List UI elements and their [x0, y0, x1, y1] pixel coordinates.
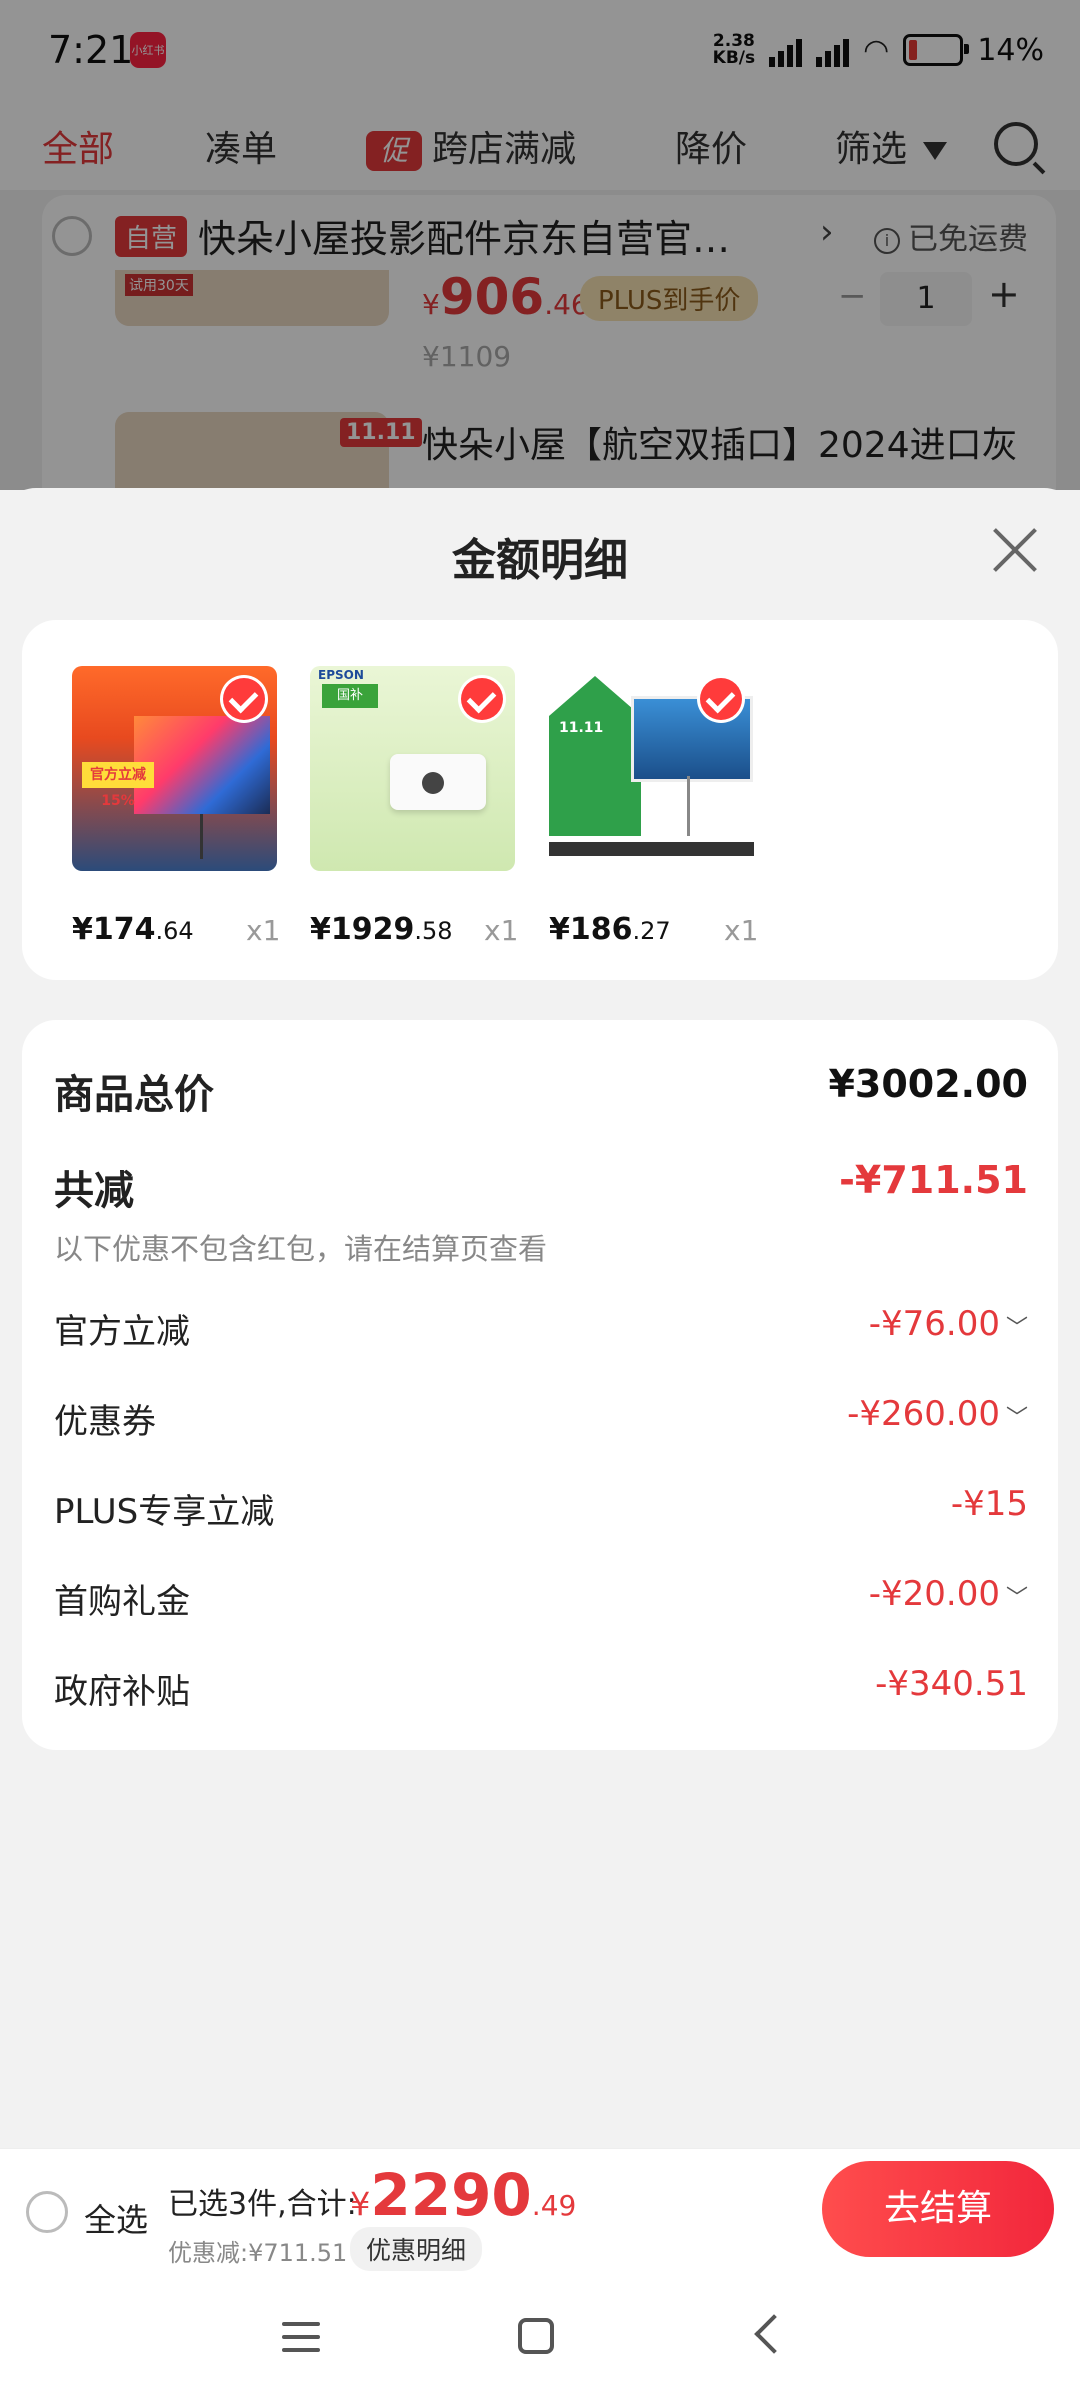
checked-icon[interactable] [461, 678, 503, 720]
modal-overlay[interactable] [0, 0, 1080, 490]
product-image: EPSON 国补 [310, 666, 515, 871]
discount-amount-summary: 优惠减:¥711.51 [168, 2239, 348, 2267]
product-qty: x1 [246, 914, 281, 947]
total-label: 商品总价 [54, 1072, 214, 1118]
price-int: ¥174 [72, 912, 156, 947]
discount-label: 优惠券 [54, 1402, 156, 1442]
checkout-button[interactable]: 去结算 [822, 2161, 1054, 2257]
product-badge: 官方立减15% [82, 762, 154, 809]
discount-label: PLUS专享立减 [54, 1492, 275, 1532]
product-price: ¥1929.58 [310, 912, 453, 947]
price-int: ¥186 [549, 912, 633, 947]
select-all-radio[interactable] [26, 2191, 68, 2233]
checkout-bar: 全选 已选3件,合计: ¥2290.49 优惠减:¥711.51 优惠明细 去结… [0, 2148, 1080, 2277]
total-value: ¥3002.00 [828, 1062, 1028, 1106]
chevron-down-icon[interactable]: ﹀ [1006, 1316, 1028, 1341]
discount-value: -¥15 [950, 1484, 1028, 1524]
discount-amount: -¥260.00 [847, 1394, 1000, 1434]
product-tag: 11.11 [559, 720, 604, 736]
reduce-label: 共减 [54, 1168, 134, 1214]
checked-icon[interactable] [223, 678, 265, 720]
menu-icon[interactable] [282, 2322, 320, 2352]
discount-note: 以下优惠不包含红包，请在结算页查看 [54, 1232, 548, 1266]
amount-detail-sheet: 金额明细 官方立减15% ¥174.64 x1 EPSON 国补 ¥1929.5… [0, 488, 1080, 2148]
product-qty: x1 [484, 914, 519, 947]
reduce-value: -¥711.51 [839, 1158, 1028, 1202]
home-icon[interactable] [518, 2318, 554, 2354]
discount-value: -¥20.00 ﹀ [869, 1574, 1028, 1614]
system-nav-bar [0, 2276, 1080, 2400]
discount-label: 首购礼金 [54, 1582, 190, 1622]
product-price: ¥186.27 [549, 912, 671, 947]
discount-value: -¥260.00 ﹀ [847, 1394, 1028, 1434]
back-icon[interactable] [754, 2314, 794, 2354]
discount-value: -¥340.51 [875, 1664, 1028, 1704]
price-dec: .64 [155, 917, 194, 945]
sheet-title: 金额明细 [452, 535, 628, 586]
product-item[interactable]: 11.11 [549, 666, 759, 871]
product-tag: 国补 [322, 684, 378, 708]
discount-detail-button[interactable]: 优惠明细 [350, 2227, 483, 2271]
product-price: ¥174.64 [72, 912, 194, 947]
selected-products: 官方立减15% ¥174.64 x1 EPSON 国补 ¥1929.58 x1 … [22, 620, 1058, 980]
total-price: ¥2290.49 [350, 2161, 576, 2229]
discount-label: 政府补贴 [54, 1672, 190, 1712]
price-int: ¥1929 [310, 912, 415, 947]
price-dec: .27 [632, 917, 671, 945]
product-image: 11.11 [549, 666, 754, 871]
price-summary: 商品总价 ¥3002.00 共减 -¥711.51 以下优惠不包含红包，请在结算… [22, 1020, 1058, 1750]
discount-amount: -¥76.00 [868, 1304, 1000, 1344]
discount-label: 官方立减 [54, 1312, 190, 1352]
product-qty: x1 [724, 914, 759, 947]
selected-count: 已选3件,合计: [168, 2187, 357, 2222]
discount-value: -¥76.00 ﹀ [869, 1304, 1028, 1344]
product-brand: EPSON [318, 668, 364, 682]
product-image: 官方立减15% [72, 666, 277, 871]
close-icon[interactable] [990, 526, 1038, 574]
chevron-down-icon[interactable]: ﹀ [1006, 1406, 1028, 1431]
total-currency: ¥ [350, 2185, 371, 2223]
product-item[interactable]: 官方立减15% [72, 666, 282, 871]
chevron-down-icon[interactable]: ﹀ [1006, 1586, 1028, 1611]
discount-amount: -¥20.00 [868, 1574, 1000, 1614]
total-int: 2290 [370, 2161, 532, 2229]
total-dec: .49 [531, 2189, 577, 2222]
select-all-label[interactable]: 全选 [84, 2195, 148, 2241]
price-dec: .58 [414, 917, 453, 945]
product-item[interactable]: EPSON 国补 [310, 666, 520, 871]
checked-icon[interactable] [700, 678, 742, 720]
